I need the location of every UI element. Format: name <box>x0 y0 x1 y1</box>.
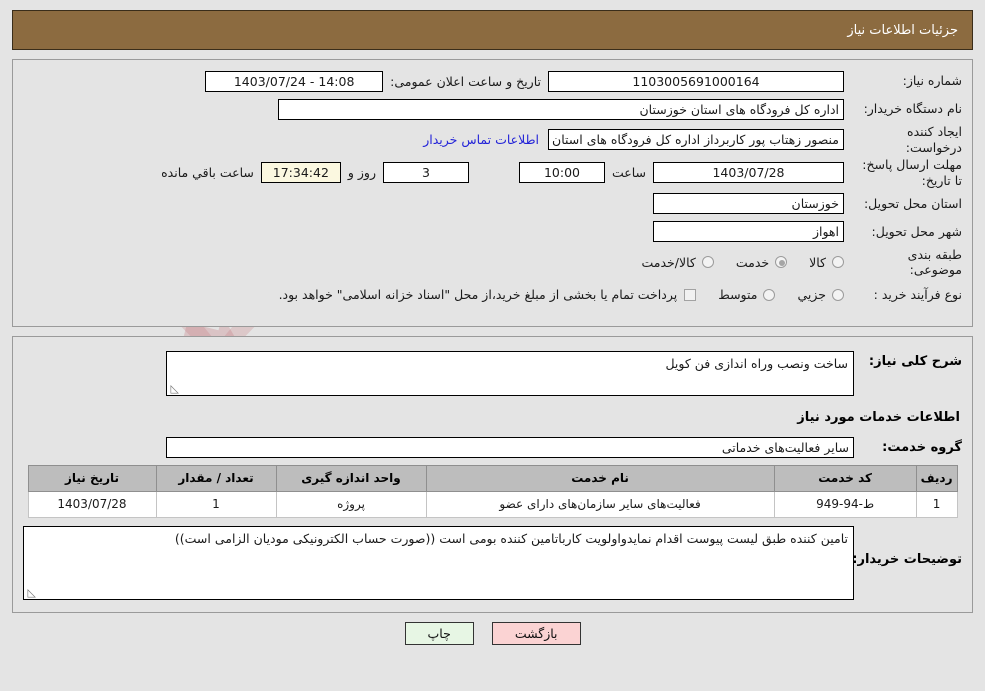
radio-icon-motavaset[interactable] <box>763 288 776 301</box>
row-buyer-org: نام دستگاه خریدار: اداره کل فرودگاه های … <box>23 96 962 122</box>
services-table: ردیف کد خدمت نام خدمت واحد اندازه گیری ت… <box>27 464 958 518</box>
th-code: کد خدمت <box>773 464 917 492</box>
cell-name: فعالیت‌های سایر سازمان‌های دارای عضو <box>425 490 775 518</box>
th-name: نام خدمت <box>425 464 775 492</box>
hour-label: ساعت <box>611 165 646 181</box>
row-category: طبقه بندی موضوعی: کالا خدمت کالا/خدمت <box>23 247 962 278</box>
general-desc-textarea[interactable]: ساخت ونصب وراه اندازی فن کویل ◺ <box>166 350 854 396</box>
service-group-label: گروه خدمت: <box>882 440 962 456</box>
announce-datetime-field[interactable]: 14:08 - 1403/07/24 <box>205 70 384 92</box>
row-deadline: مهلت ارسال پاسخ: تا تاریخ: 1403/07/28 سا… <box>23 157 962 188</box>
general-desc-label: شرح کلی نیاز: <box>868 353 962 369</box>
process-radio-group: جزیي متوسط پرداخت تمام یا بخشی از مبلغ خ… <box>279 287 844 302</box>
cell-code: ط-94-949 <box>773 490 917 518</box>
radio-icon-kala[interactable] <box>832 256 844 269</box>
category-option-kala[interactable]: کالا <box>809 255 844 270</box>
need-number-label: شماره نیاز: <box>902 73 962 89</box>
row-creator: ایجاد کننده درخواست: منصور زهتاب پور کار… <box>23 124 962 155</box>
radio-icon-kala-khedmat[interactable] <box>701 256 714 269</box>
countdown-timer-field: 17:34:42 <box>260 162 341 184</box>
province-label: استان محل تحویل: <box>863 195 962 211</box>
days-label: روز و <box>347 165 376 181</box>
th-qty: تعداد / مقدار <box>155 464 277 492</box>
row-province: استان محل تحویل: خوزستان <box>23 191 962 217</box>
page-root: جزئیات اطلاعات نیاز شماره نیاز: 11030056… <box>0 10 985 645</box>
resize-grip-icon-notes[interactable]: ◺ <box>26 587 36 598</box>
category-option-khedmat[interactable]: خدمت <box>735 254 788 270</box>
th-unit: واحد اندازه گیری <box>275 464 427 492</box>
need-info-panel: شماره نیاز: 1103005691000164 تاریخ و ساع… <box>12 59 973 327</box>
city-field[interactable]: اهواز <box>653 221 844 242</box>
province-field[interactable]: خوزستان <box>653 193 844 214</box>
buyer-notes-label: توضیحات خریدار: <box>852 551 962 567</box>
category-radio-group: کالا خدمت کالا/خدمت <box>619 255 844 270</box>
announce-label: تاریخ و ساعت اعلان عمومی: <box>390 73 541 89</box>
print-button[interactable]: چاپ <box>404 621 474 645</box>
page-title: جزئیات اطلاعات نیاز <box>847 22 958 38</box>
buyer-notes-textarea[interactable]: تامین کننده طبق لیست پیوست اقدام نمایدوا… <box>23 525 854 600</box>
buyer-contact-link[interactable]: اطلاعات تماس خریدار <box>414 132 548 147</box>
resize-grip-icon-desc[interactable]: ◺ <box>169 383 179 394</box>
row-city: شهر محل تحویل: اهواز <box>23 219 962 245</box>
cell-row: 1 <box>915 490 958 518</box>
buyer-org-field[interactable]: اداره کل فرودگاه های استان خوزستان <box>278 98 844 120</box>
process-option-motavaset-label: متوسط <box>718 287 758 303</box>
row-buyer-notes: توضیحات خریدار: تامین کننده طبق لیست پیو… <box>23 525 962 600</box>
creator-field[interactable]: منصور زهتاب پور کاربرداز اداره کل فرودگا… <box>548 129 844 151</box>
radio-icon-jozii[interactable] <box>832 288 844 301</box>
cell-date: 1403/07/28 <box>27 490 157 518</box>
footer-actions: بازگشت چاپ <box>0 621 985 645</box>
remaining-hours-label: ساعت باقي مانده <box>161 165 254 181</box>
checkbox-icon-treasury-bonds[interactable] <box>684 288 697 301</box>
category-option-khedmat-label: خدمت <box>735 254 770 270</box>
table-header-row: ردیف کد خدمت نام خدمت واحد اندازه گیری ت… <box>27 464 958 492</box>
treasury-bonds-checkbox-item[interactable]: پرداخت تمام یا بخشی از مبلغ خرید،از محل … <box>279 287 697 302</box>
buyer-org-label: نام دستگاه خریدار: <box>863 101 962 117</box>
cell-unit: پروژه <box>275 490 427 518</box>
back-button[interactable]: بازگشت <box>491 621 581 645</box>
table-row[interactable]: 1 ط-94-949 فعالیت‌های سایر سازمان‌های دا… <box>27 490 958 518</box>
th-row: ردیف <box>915 464 958 492</box>
row-process-type: نوع فرآیند خرید : جزیي متوسط پرداخت تمام… <box>23 280 962 310</box>
th-date: تاریخ نیاز <box>27 464 157 492</box>
process-label: نوع فرآیند خرید : <box>873 286 962 302</box>
row-need-number: شماره نیاز: 1103005691000164 تاریخ و ساع… <box>23 68 962 94</box>
category-option-kala-khedmat-label: کالا/خدمت <box>641 254 696 270</box>
category-label: طبقه بندی موضوعی: <box>907 246 962 278</box>
row-general-description: شرح کلی نیاز: ساخت ونصب وراه اندازی فن ک… <box>23 350 962 396</box>
city-label: شهر محل تحویل: <box>871 223 962 239</box>
process-option-jozii[interactable]: جزیي <box>797 287 844 302</box>
cell-qty: 1 <box>155 490 277 518</box>
buyer-notes-text: تامین کننده طبق لیست پیوست اقدام نمایدوا… <box>174 530 848 546</box>
process-option-jozii-label: جزیي <box>797 287 826 303</box>
deadline-label: مهلت ارسال پاسخ: تا تاریخ: <box>862 157 962 188</box>
deadline-date-field[interactable]: 1403/07/28 <box>653 162 844 184</box>
page-header: جزئیات اطلاعات نیاز <box>12 10 973 50</box>
process-option-motavaset[interactable]: متوسط <box>718 287 776 303</box>
need-details-panel: شرح کلی نیاز: ساخت ونصب وراه اندازی فن ک… <box>12 335 973 613</box>
treasury-bonds-label: پرداخت تمام یا بخشی از مبلغ خرید،از محل … <box>278 287 678 303</box>
category-option-kala-label: کالا <box>809 254 826 270</box>
need-number-field[interactable]: 1103005691000164 <box>548 70 844 92</box>
deadline-time-field[interactable]: 10:00 <box>518 162 605 184</box>
remaining-days-field[interactable]: 3 <box>382 162 469 184</box>
radio-icon-khedmat-selected[interactable] <box>775 256 788 269</box>
services-section-title: اطلاعات خدمات مورد نیاز <box>797 409 960 425</box>
row-service-group: گروه خدمت: سایر فعالیت‌های خدماتی <box>23 435 962 461</box>
service-group-field[interactable]: سایر فعالیت‌های خدماتی <box>166 437 854 459</box>
creator-label: ایجاد کننده درخواست: <box>905 124 962 155</box>
general-desc-text: ساخت ونصب وراه اندازی فن کویل <box>665 355 848 371</box>
category-option-kala-khedmat[interactable]: کالا/خدمت <box>641 254 714 270</box>
